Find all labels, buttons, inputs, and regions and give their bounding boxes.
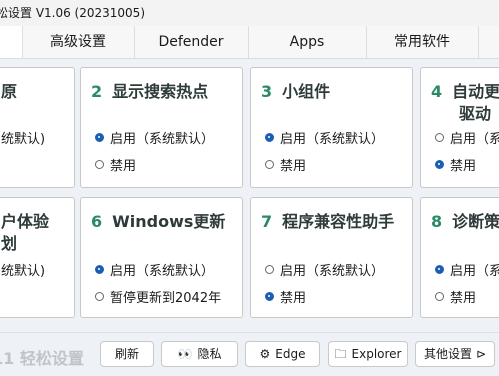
button-label: Explorer: [351, 347, 402, 361]
refresh-button[interactable]: 刷新: [100, 341, 154, 367]
option-disable[interactable]: 禁用: [435, 287, 476, 306]
option-label: 禁用: [110, 159, 137, 174]
option-label: 暂停更新到2042年: [110, 291, 222, 306]
option-enable[interactable]: 启用（系统默认）: [95, 260, 214, 279]
option-default[interactable]: 统默认): [1, 128, 45, 147]
window-title: 松设置 V1.06 (20231005): [0, 6, 145, 20]
gear-icon: ⚙: [259, 347, 271, 361]
card-title: 2 显示搜索热点: [91, 82, 209, 101]
radio-selected-icon: [95, 133, 104, 142]
option-label: 启用（系统默认）: [280, 264, 385, 279]
other-settings-button[interactable]: 其他设置 ⊳: [415, 341, 495, 367]
radio-empty-icon: [95, 292, 104, 301]
explorer-button[interactable]: 🗀 Explorer: [328, 341, 408, 367]
card-title: 6 Windows更新: [91, 212, 226, 231]
button-label: 隐私: [197, 347, 222, 361]
option-label: 禁用: [450, 159, 477, 174]
option-label: 启用（系: [450, 264, 499, 279]
option-enable[interactable]: 启用（系统默认）: [265, 260, 384, 279]
option-label: 禁用: [450, 291, 477, 306]
radio-selected-icon: [265, 133, 274, 142]
button-label: Edge: [275, 347, 306, 361]
title-bar: 松设置 V1.06 (20231005): [0, 0, 499, 26]
option-label: 启用（系: [450, 132, 499, 147]
privacy-button[interactable]: 👀 隐私: [161, 341, 238, 367]
card-number: 4: [431, 82, 443, 101]
card-number: 6: [91, 212, 103, 231]
option-enable[interactable]: 启用（系: [435, 260, 499, 279]
button-label: 刷新: [114, 347, 139, 361]
option-label: 启用（系统默认）: [110, 132, 215, 147]
option-label: 启用（系统默认）: [110, 264, 215, 279]
card-auto-update-drivers: 4 自动更 驱动 启用（系 禁用: [420, 67, 499, 188]
option-disable[interactable]: 禁用: [265, 155, 306, 174]
option-enable[interactable]: 启用（系统默认）: [95, 128, 214, 147]
card-number: 3: [261, 82, 273, 101]
option-label: 启用（系统默认）: [280, 132, 385, 147]
option-label: 统默认): [1, 132, 46, 147]
card-title: 3 小组件: [261, 82, 331, 101]
card-windows-update: 6 Windows更新 启用（系统默认） 暂停更新到2042年: [80, 197, 243, 318]
card-number: 7: [261, 212, 273, 231]
footer-bar: 11 轻松设置 刷新 👀 隐私 ⚙ Edge 🗀 Explorer 其他设置 ⊳: [0, 332, 499, 376]
card-title-line2: 划: [1, 234, 18, 253]
card-title: 4 自动更: [431, 82, 499, 101]
option-pause-update[interactable]: 暂停更新到2042年: [95, 287, 221, 306]
brand-label: 11 轻松设置: [0, 349, 84, 368]
option-disable[interactable]: 禁用: [265, 287, 306, 306]
card-title-line2: 驱动: [459, 104, 492, 123]
radio-empty-icon: [265, 265, 274, 274]
radio-selected-icon: [435, 160, 444, 169]
eye-icon: 👀: [177, 347, 193, 361]
radio-selected-icon: [435, 265, 444, 274]
option-disable[interactable]: 禁用: [95, 155, 136, 174]
radio-selected-icon: [265, 292, 274, 301]
radio-empty-icon: [95, 160, 104, 169]
card-1: 原 统默认): [0, 67, 75, 188]
radio-selected-icon: [95, 265, 104, 274]
card-title: 原: [1, 82, 18, 101]
option-disable[interactable]: 禁用: [435, 155, 476, 174]
card-search-highlights: 2 显示搜索热点 启用（系统默认） 禁用: [80, 67, 243, 188]
option-default[interactable]: 统默认): [1, 260, 45, 279]
tab-basic[interactable]: [0, 26, 23, 58]
card-number: 8: [431, 212, 443, 231]
play-icon: ⊳: [475, 347, 487, 361]
card-compat-assistant: 7 程序兼容性助手 启用（系统默认） 禁用: [250, 197, 413, 318]
card-title: 户体验: [1, 212, 50, 231]
card-5: 户体验 划 统默认): [0, 197, 75, 318]
option-enable[interactable]: 启用（系统默认）: [265, 128, 384, 147]
tab-more[interactable]: [478, 26, 499, 58]
radio-empty-icon: [435, 292, 444, 301]
option-label: 禁用: [280, 291, 307, 306]
button-label: 其他设置: [423, 347, 472, 361]
card-number: 2: [91, 82, 103, 101]
card-diagnostics: 8 诊断策 启用（系 禁用: [420, 197, 499, 318]
card-title: 8 诊断策: [431, 212, 499, 231]
edge-button[interactable]: ⚙ Edge: [245, 341, 320, 367]
option-label: 禁用: [280, 159, 307, 174]
tab-bar: 高级设置 Defender Apps 常用软件: [0, 26, 499, 59]
folder-icon: 🗀: [334, 347, 347, 361]
option-enable[interactable]: 启用（系: [435, 128, 499, 147]
radio-empty-icon: [435, 133, 444, 142]
tab-advanced[interactable]: 高级设置: [22, 26, 135, 58]
tab-software[interactable]: 常用软件: [366, 26, 479, 58]
card-title: 7 程序兼容性助手: [261, 212, 395, 231]
radio-empty-icon: [265, 160, 274, 169]
tab-apps[interactable]: Apps: [248, 26, 367, 58]
tab-defender[interactable]: Defender: [134, 26, 249, 58]
option-label: 统默认): [1, 264, 46, 279]
card-widgets: 3 小组件 启用（系统默认） 禁用: [250, 67, 413, 188]
